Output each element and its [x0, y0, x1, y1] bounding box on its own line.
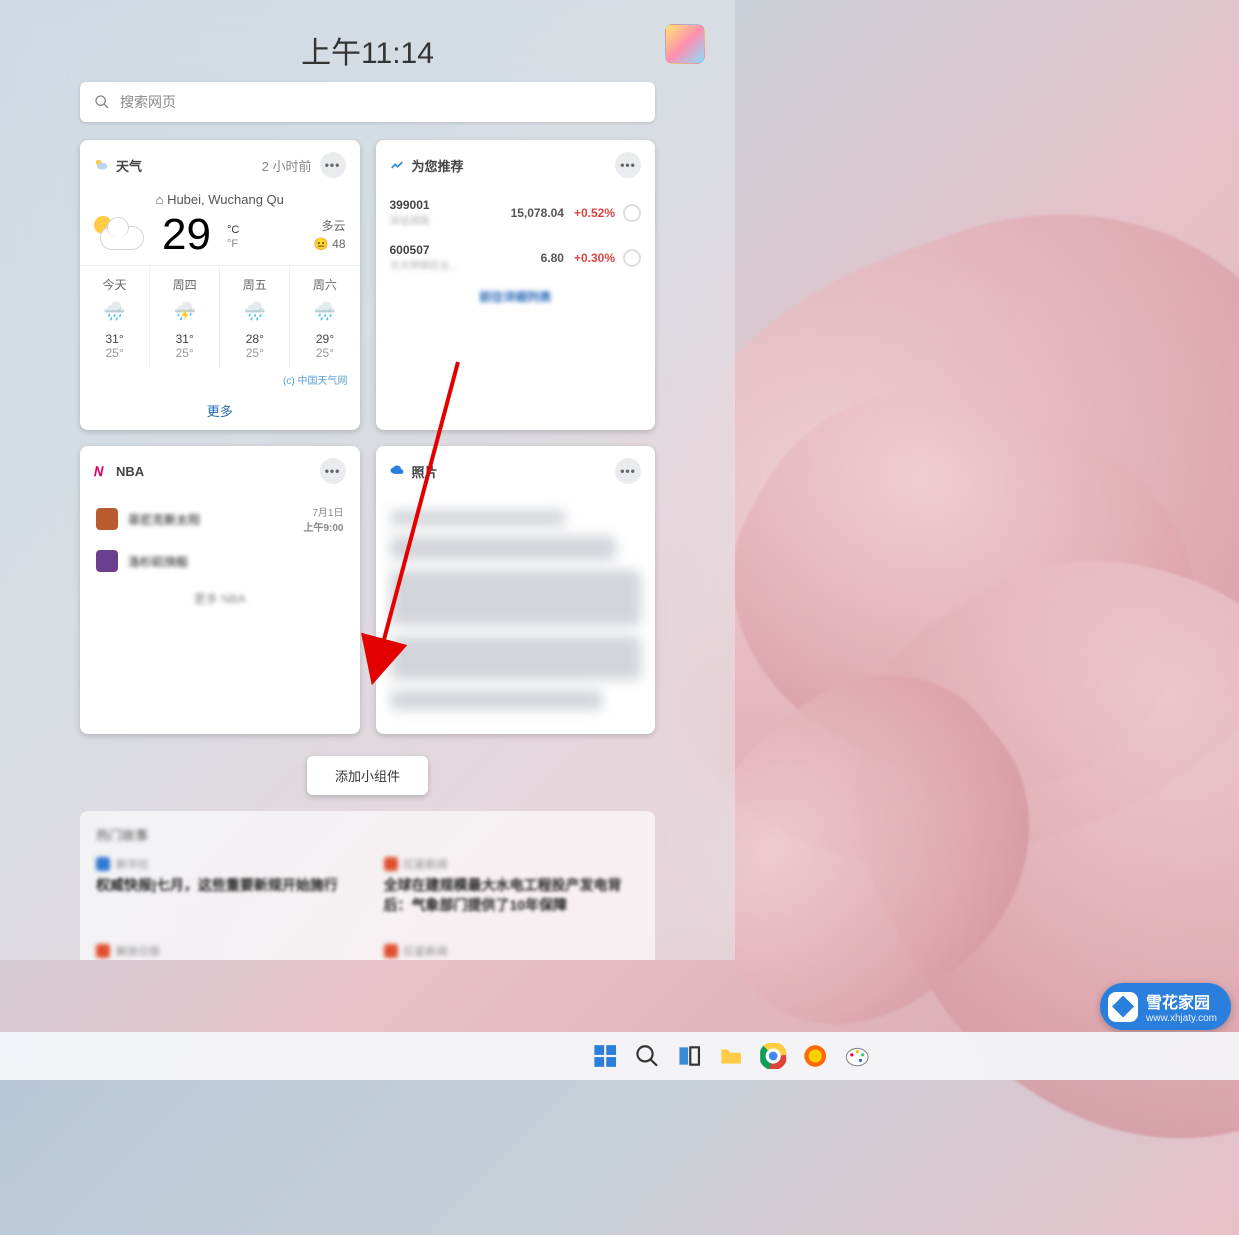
- weather-card[interactable]: 天气 2 小时前 ••• ⌂ Hubei, Wuchang Qu 29 °C °…: [80, 140, 360, 430]
- user-avatar[interactable]: [665, 24, 705, 64]
- photos-title: 照片: [412, 462, 438, 481]
- weather-timestamp: 2 小时前: [262, 156, 312, 175]
- forecast-day[interactable]: 周四 ⛈️ 31° 25°: [149, 266, 219, 368]
- temperature-value: 29: [162, 213, 211, 257]
- news-item[interactable]: 红星新闻 全球在建规模最大水电工程投产发电背后：气象部门提供了10年保障: [384, 856, 640, 915]
- weather-attribution: (c) 中国天气网: [80, 368, 360, 391]
- news-section: 热门故事 新华社 权威快报|七月，这些重要新规开始施行 红星新闻 全球在建规模最…: [80, 811, 655, 960]
- trend-ring-icon: [623, 249, 641, 267]
- nba-title: NBA: [116, 464, 144, 479]
- stocks-title: 为您推荐: [412, 156, 464, 175]
- source-badge-icon: [384, 944, 398, 958]
- task-view-icon[interactable]: [676, 1043, 702, 1069]
- weather-location: Hubei, Wuchang Qu: [167, 192, 284, 207]
- news-item[interactable]: 红星新闻 主要城市次日达！"老大哥"中国邮政宣布提速，对顺丰冲击更大？: [384, 943, 640, 960]
- team-badge-icon: [96, 508, 118, 530]
- file-explorer-icon[interactable]: [718, 1043, 744, 1069]
- photos-body: [376, 496, 656, 734]
- start-button[interactable]: [592, 1043, 618, 1069]
- match-row[interactable]: 洛杉矶快船: [96, 542, 344, 580]
- photos-card[interactable]: 照片 •••: [376, 446, 656, 734]
- cloud-icon: [390, 464, 404, 478]
- chrome-icon[interactable]: [760, 1043, 786, 1069]
- stocks-icon: [390, 158, 404, 172]
- source-badge-icon: [96, 857, 110, 871]
- weather-condition-icon: [94, 216, 146, 254]
- trend-ring-icon: [623, 204, 641, 222]
- weather-condition: 多云: [314, 217, 346, 235]
- stocks-details-link[interactable]: 前往详细列表: [390, 280, 642, 313]
- forecast-day[interactable]: 周六 🌧️ 29° 25°: [289, 266, 359, 368]
- search-input[interactable]: 搜索网页: [80, 82, 655, 122]
- nba-icon: 𝘕: [94, 464, 108, 478]
- search-icon: [94, 94, 110, 110]
- stocks-more-button[interactable]: •••: [615, 152, 641, 178]
- clock: 上午11:14: [0, 16, 735, 72]
- taskbar: [0, 1032, 1239, 1080]
- news-heading: 热门故事: [96, 825, 639, 856]
- forecast-day[interactable]: 今天 🌧️ 31° 25°: [80, 266, 149, 368]
- source-badge-icon: [96, 944, 110, 958]
- taskbar-search-icon[interactable]: [634, 1043, 660, 1069]
- weather-title: 天气: [116, 156, 142, 175]
- weather-aqi: 😐 48: [314, 235, 346, 253]
- search-placeholder: 搜索网页: [120, 92, 176, 112]
- widgets-panel: 上午11:14 搜索网页 天气 2 小时前 ••• ⌂ Hubei, Wucha…: [0, 0, 735, 960]
- news-item[interactable]: 解放日报 农夫山泉白桃味气泡水到底有没有问题？0糖0卡为什么还翻车？这篇说清楚了: [96, 943, 352, 960]
- add-widget-button[interactable]: 添加小组件: [307, 756, 428, 795]
- temperature-units[interactable]: °C °F: [227, 220, 239, 250]
- watermark: 雪花家园 www.xhjaty.com: [1100, 983, 1231, 1030]
- source-badge-icon: [384, 857, 398, 871]
- nba-see-more[interactable]: 更多 NBA: [96, 580, 344, 611]
- widgets-topbar: 上午11:14: [0, 16, 735, 76]
- stock-row[interactable]: 399001 深证成指 15,078.04 +0.52%: [390, 190, 642, 235]
- stocks-card[interactable]: 为您推荐 ••• 399001 深证成指 15,078.04 +0.52%: [376, 140, 656, 430]
- weather-more-button[interactable]: •••: [320, 152, 346, 178]
- stock-row[interactable]: 600507 方大特钢实业... 6.80 +0.30%: [390, 235, 642, 280]
- browser-icon[interactable]: [802, 1043, 828, 1069]
- nba-card[interactable]: 𝘕 NBA ••• 菲尼克斯太阳 7月1日 上午9:00 洛杉矶快船: [80, 446, 360, 734]
- match-row[interactable]: 菲尼克斯太阳 7月1日 上午9:00: [96, 496, 344, 542]
- weather-see-more[interactable]: 更多: [80, 391, 360, 430]
- house-icon: ⌂: [156, 192, 164, 207]
- paint-icon[interactable]: [844, 1043, 870, 1069]
- forecast-day[interactable]: 周五 🌧️ 28° 25°: [219, 266, 289, 368]
- news-item[interactable]: 新华社 权威快报|七月，这些重要新规开始施行: [96, 856, 352, 915]
- weather-icon: [94, 158, 108, 172]
- nba-more-button[interactable]: •••: [320, 458, 346, 484]
- forecast-row: 今天 🌧️ 31° 25° 周四 ⛈️ 31° 25° 周五 🌧️ 28° 25…: [80, 265, 360, 368]
- watermark-icon: [1108, 992, 1138, 1022]
- photos-more-button[interactable]: •••: [615, 458, 641, 484]
- team-badge-icon: [96, 550, 118, 572]
